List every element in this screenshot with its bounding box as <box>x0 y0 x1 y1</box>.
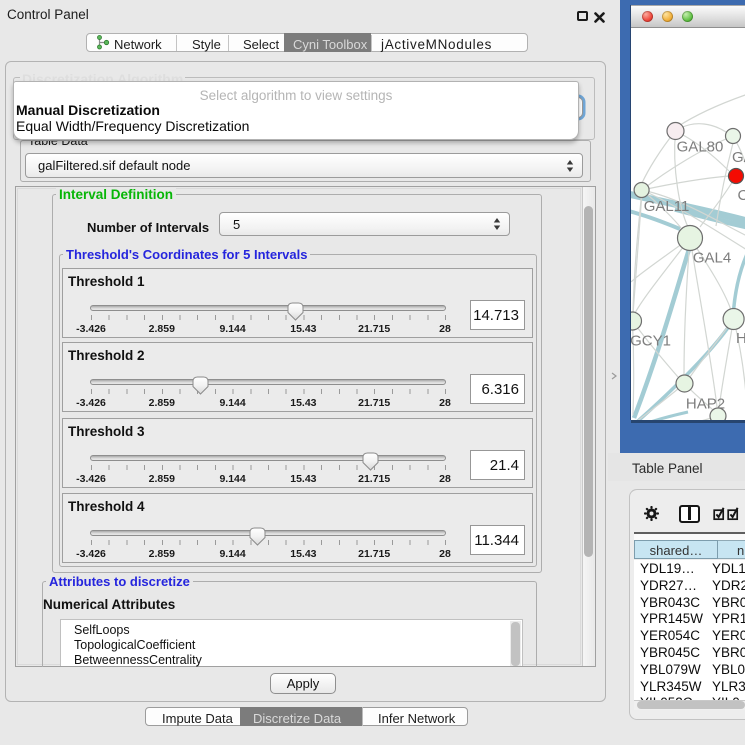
svg-text:GAL11: GAL11 <box>644 198 690 215</box>
svg-text:H: H <box>736 330 745 347</box>
svg-text:GAL4: GAL4 <box>693 250 731 267</box>
svg-text:HAP2: HAP2 <box>686 396 725 413</box>
svg-text:GCY1: GCY1 <box>631 333 671 350</box>
svg-text:GA: GA <box>732 149 745 166</box>
svg-text:C: C <box>738 187 745 204</box>
svg-text:GAL80: GAL80 <box>677 139 724 156</box>
